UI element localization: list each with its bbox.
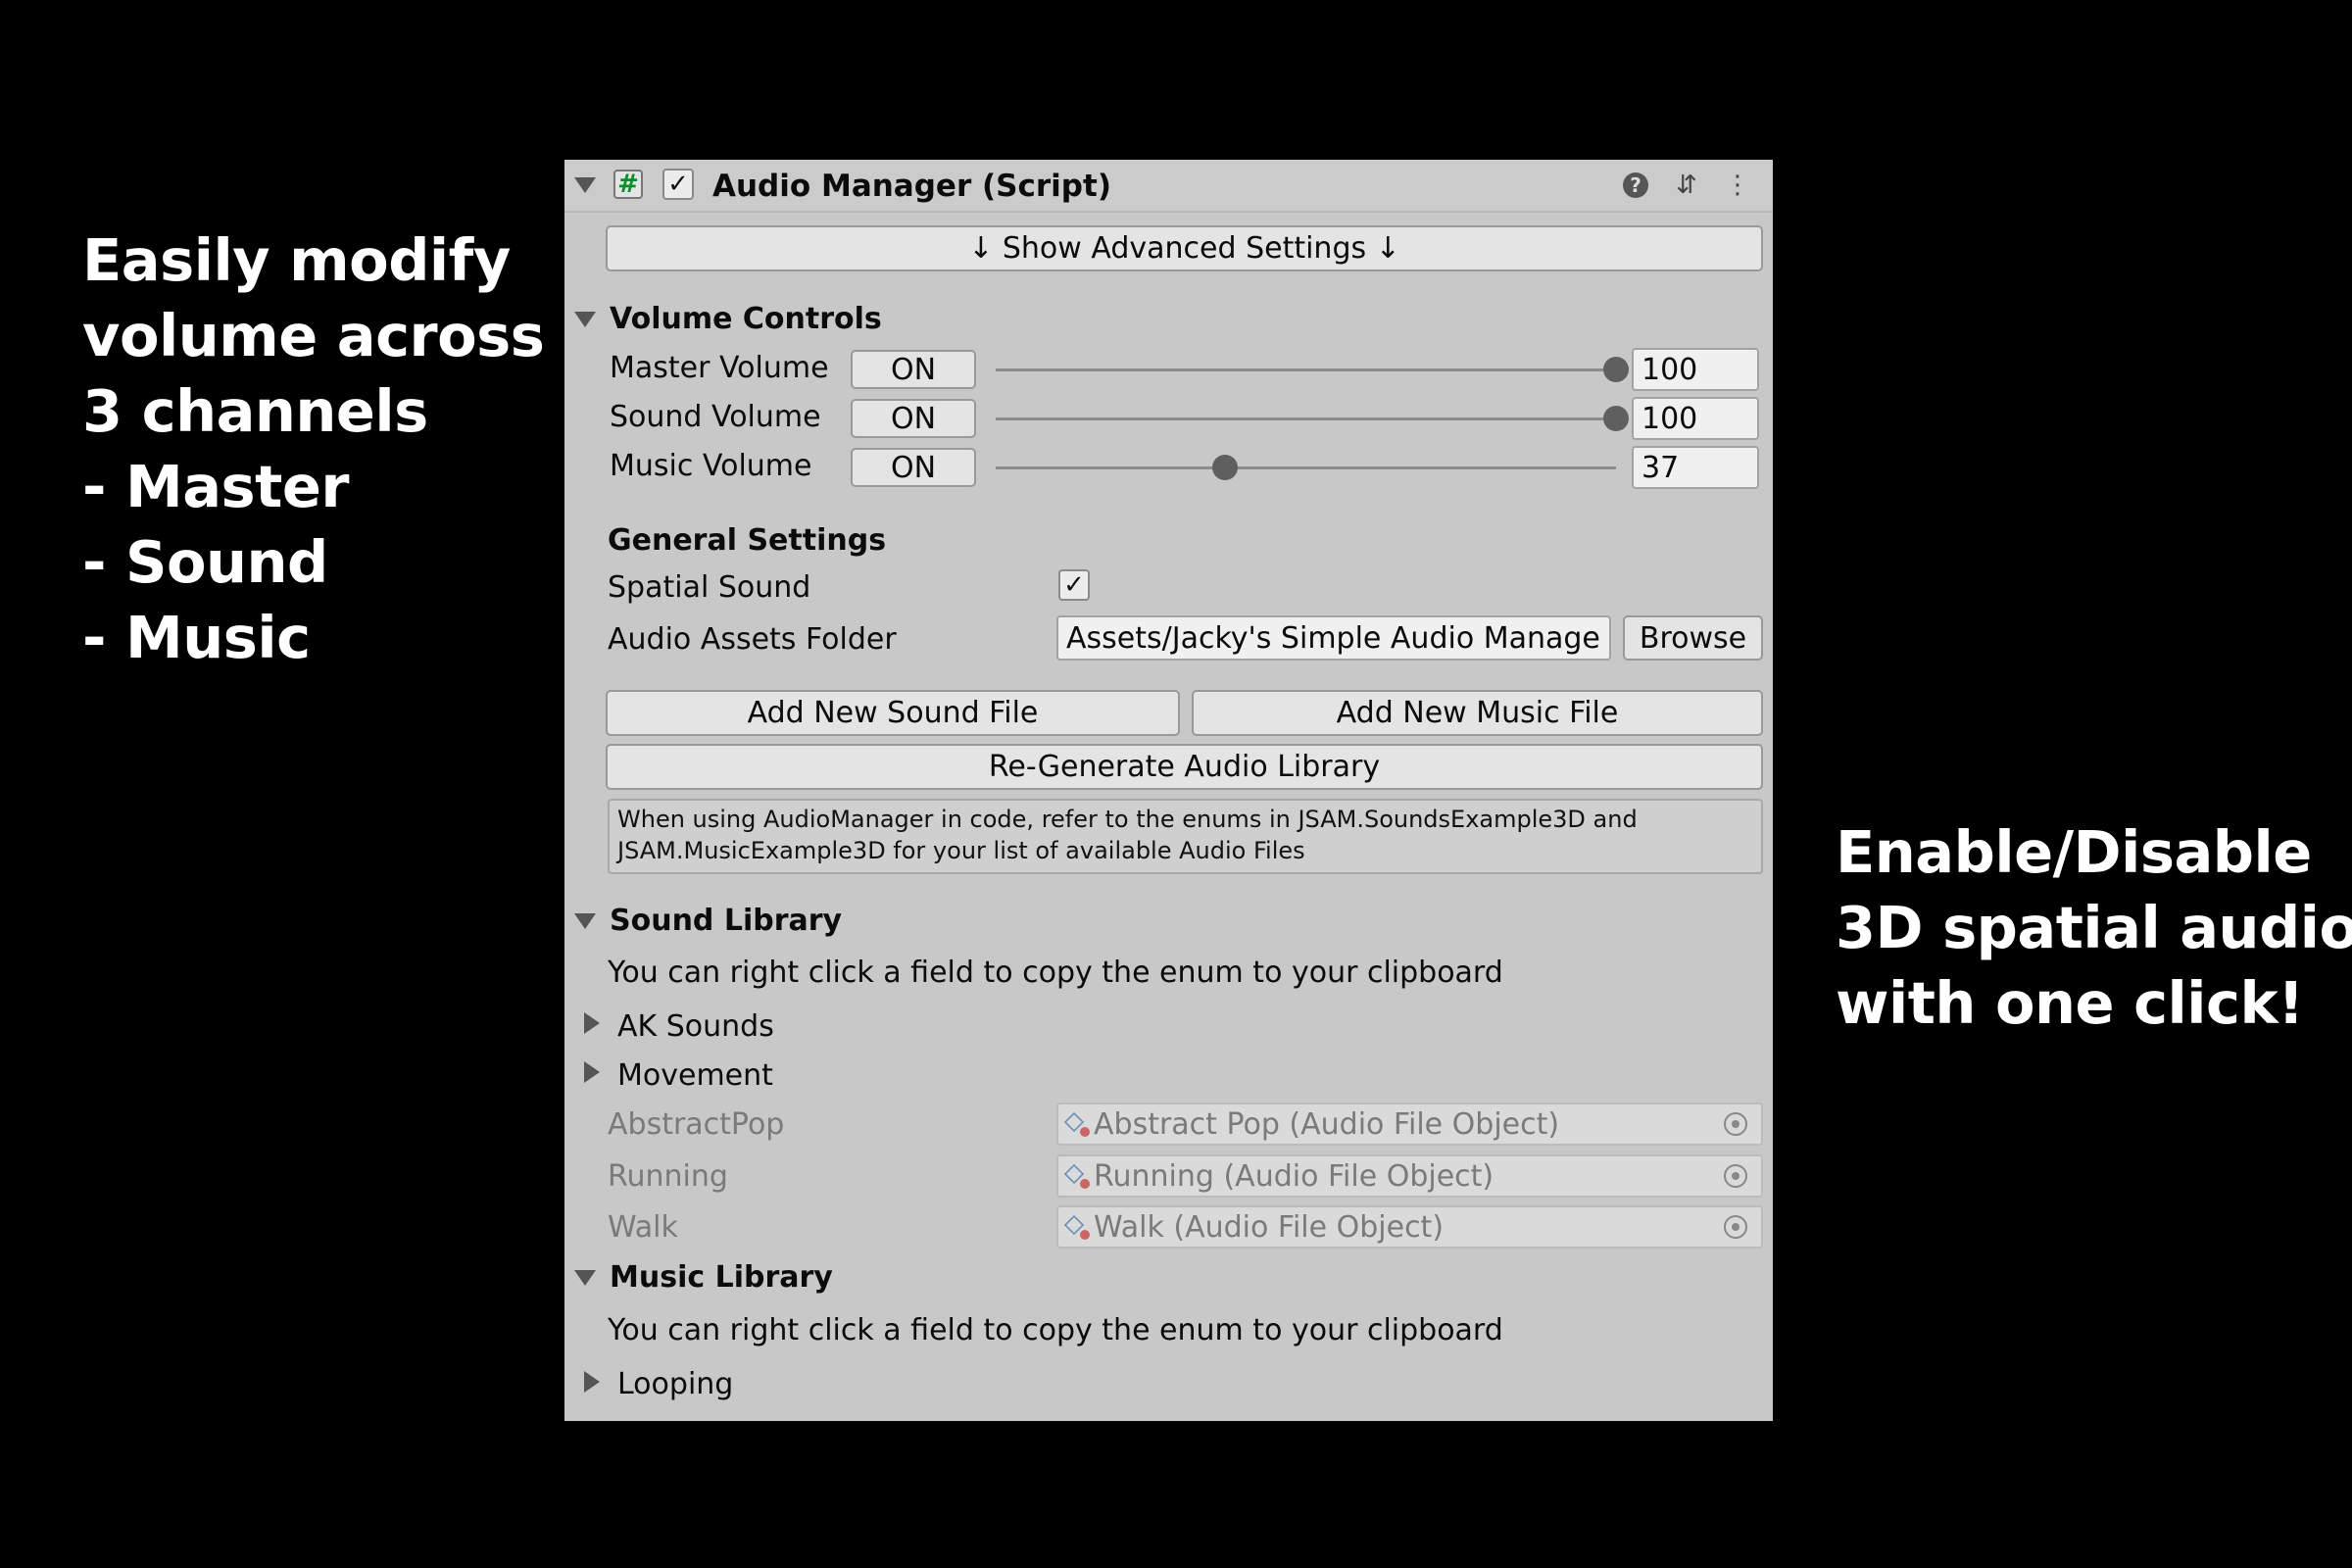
- ak-sounds-foldout-icon[interactable]: [584, 1012, 600, 1034]
- regenerate-audio-library-button[interactable]: Re-Generate Audio Library: [606, 744, 1763, 790]
- music-group-looping[interactable]: Looping: [617, 1370, 733, 1399]
- volume-toggle-button[interactable]: ON: [851, 448, 976, 487]
- caption-line: Enable/Disable: [1836, 818, 2312, 886]
- volume-slider-track[interactable]: [996, 466, 1616, 469]
- music-library-foldout-icon[interactable]: [574, 1270, 596, 1286]
- volume-slider-track[interactable]: [996, 417, 1616, 420]
- help-icon[interactable]: ?: [1623, 172, 1648, 198]
- help-box: When using AudioManager in code, refer t…: [608, 799, 1763, 874]
- object-field-value: Running (Audio File Object): [1094, 1158, 1494, 1194]
- audio-file-object-field[interactable]: Running (Audio File Object): [1056, 1154, 1763, 1198]
- help-text-line: When using AudioManager in code, refer t…: [617, 806, 1638, 833]
- sound-group-ak-sounds[interactable]: AK Sounds: [617, 1012, 774, 1042]
- volume-slider-handle[interactable]: [1603, 357, 1629, 382]
- object-picker-icon[interactable]: [1724, 1215, 1747, 1239]
- volume-value-field[interactable]: 100: [1632, 348, 1759, 391]
- looping-foldout-icon[interactable]: [584, 1371, 600, 1393]
- foldout-arrow-icon[interactable]: [574, 177, 596, 193]
- object-field-value: Walk (Audio File Object): [1094, 1209, 1445, 1245]
- caption-line: - Master: [82, 453, 350, 520]
- presets-icon[interactable]: ⇵: [1673, 171, 1700, 200]
- add-new-sound-file-button[interactable]: Add New Sound File: [606, 690, 1180, 736]
- caption-line: volume across: [82, 302, 545, 369]
- sound-item-label: Running: [608, 1159, 728, 1194]
- volume-value-field[interactable]: 37: [1632, 446, 1759, 489]
- audio-file-object-icon: [1063, 1111, 1090, 1137]
- audio-assets-folder-label: Audio Assets Folder: [608, 622, 897, 657]
- spatial-sound-checkbox[interactable]: ✓: [1058, 569, 1090, 601]
- volume-label: Master Volume: [610, 351, 829, 385]
- object-picker-icon[interactable]: [1724, 1112, 1747, 1136]
- component-enabled-checkbox[interactable]: ✓: [662, 169, 694, 200]
- volume-toggle-button[interactable]: ON: [851, 350, 976, 389]
- add-new-music-file-button[interactable]: Add New Music File: [1192, 690, 1763, 736]
- caption-line: Easily modify: [82, 226, 511, 294]
- sound-item-label: AbstractPop: [608, 1107, 785, 1142]
- music-library-title[interactable]: Music Library: [610, 1263, 833, 1293]
- kebab-menu-icon[interactable]: ⋮: [1724, 171, 1751, 200]
- movement-foldout-icon[interactable]: [584, 1061, 600, 1083]
- sound-library-title[interactable]: Sound Library: [610, 906, 842, 936]
- audio-file-object-field[interactable]: Walk (Audio File Object): [1056, 1205, 1763, 1249]
- audio-file-object-icon: [1063, 1163, 1090, 1189]
- caption-line: - Music: [82, 604, 311, 671]
- spatial-sound-label: Spatial Sound: [608, 570, 811, 605]
- sound-group-movement[interactable]: Movement: [617, 1061, 773, 1091]
- audio-file-object-field[interactable]: Abstract Pop (Audio File Object): [1056, 1102, 1763, 1146]
- audio-assets-folder-field[interactable]: Assets/Jacky's Simple Audio Manage: [1056, 615, 1611, 661]
- volume-label: Sound Volume: [610, 400, 821, 434]
- sound-library-foldout-icon[interactable]: [574, 913, 596, 929]
- left-caption: Easily modify volume across 3 channels -…: [82, 222, 545, 675]
- caption-line: - Sound: [82, 528, 328, 596]
- volume-toggle-button[interactable]: ON: [851, 399, 976, 438]
- caption-line: 3D spatial audio: [1836, 894, 2352, 961]
- volume-label: Music Volume: [610, 449, 812, 483]
- volume-value-field[interactable]: 100: [1632, 397, 1759, 440]
- component-header[interactable]: # ✓ Audio Manager (Script) ? ⇵ ⋮: [564, 160, 1773, 213]
- inspector-panel: # ✓ Audio Manager (Script) ? ⇵ ⋮ ↓ Show …: [564, 160, 1773, 1421]
- volume-slider-handle[interactable]: [1212, 455, 1239, 480]
- general-settings-title: General Settings: [608, 523, 887, 558]
- volume-controls-title[interactable]: Volume Controls: [610, 305, 882, 334]
- right-caption: Enable/Disable 3D spatial audio with one…: [1836, 814, 2352, 1041]
- script-icon: #: [613, 170, 643, 199]
- object-field-value: Abstract Pop (Audio File Object): [1094, 1106, 1560, 1142]
- sound-item-label: Walk: [608, 1210, 678, 1245]
- music-library-hint: You can right click a field to copy the …: [608, 1313, 1503, 1348]
- component-title: Audio Manager (Script): [712, 169, 1111, 204]
- volume-controls-foldout-icon[interactable]: [574, 312, 596, 327]
- show-advanced-settings-button[interactable]: ↓ Show Advanced Settings ↓: [606, 225, 1763, 271]
- audio-file-object-icon: [1063, 1214, 1090, 1240]
- volume-slider-track[interactable]: [996, 368, 1616, 371]
- sound-library-hint: You can right click a field to copy the …: [608, 956, 1503, 990]
- browse-button[interactable]: Browse: [1623, 615, 1763, 661]
- caption-line: 3 channels: [82, 377, 428, 445]
- object-picker-icon[interactable]: [1724, 1164, 1747, 1188]
- help-text-line: JSAM.MusicExample3D for your list of ava…: [617, 837, 1305, 864]
- volume-slider-handle[interactable]: [1603, 406, 1629, 431]
- caption-line: with one click!: [1836, 969, 2304, 1037]
